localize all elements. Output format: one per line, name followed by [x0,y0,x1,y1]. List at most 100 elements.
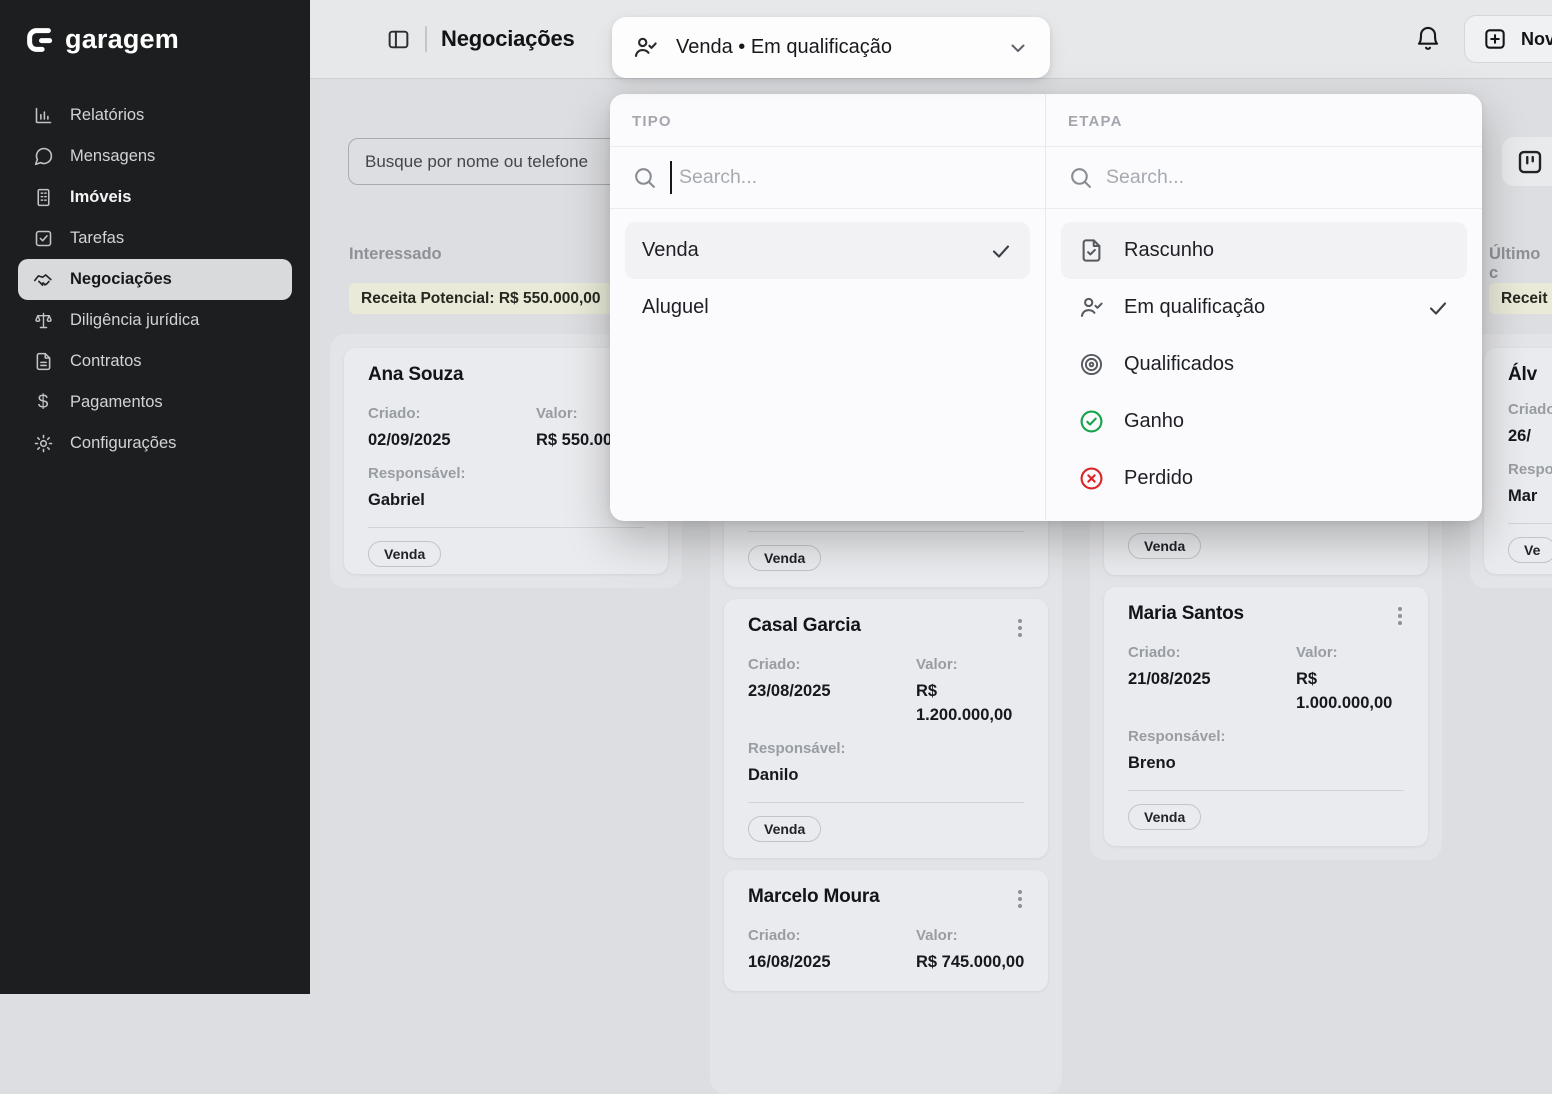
card-divider [748,802,1024,803]
etapa-option-perdido[interactable]: Perdido [1061,450,1467,507]
stage-filter-trigger[interactable]: Venda • Em qualificação [612,17,1050,78]
created-value: 16/08/2025 [748,951,916,975]
card-divider [1128,790,1404,791]
deal-card-alvaro[interactable]: Álv Criado: 26/ Responsável: Mar Ve [1484,348,1552,574]
sidebar-item-tarefas[interactable]: Tarefas [18,218,292,259]
card-menu-button[interactable] [1016,615,1024,641]
deal-type-tag[interactable]: Venda [1128,804,1201,830]
deal-card-casal-garcia[interactable]: Casal Garcia Criado: 23/08/2025 Valor: R… [724,599,1048,858]
created-label: Criado: [748,656,916,673]
bar-chart-icon [32,105,54,127]
sidebar-item-imoveis[interactable]: Imóveis [18,177,292,218]
sidebar-item-diligencia-juridica[interactable]: Diligência jurídica [18,300,292,341]
building-icon [32,187,54,209]
filter-column-tipo: TIPO Search... Venda Aluguel [610,94,1046,521]
chat-bubble-icon [32,146,54,168]
owner-label: Responsável: [1508,461,1552,478]
card-menu-button[interactable] [1016,886,1024,912]
etapa-option-rascunho[interactable]: Rascunho [1061,222,1467,279]
etapa-option-em-qualificacao[interactable]: Em qualificação [1061,279,1467,336]
owner-value: Danilo [748,764,1024,788]
etapa-search-field[interactable]: Search... [1046,147,1482,209]
value-label: Valor: [1296,644,1404,661]
sidebar-item-label: Imóveis [70,188,131,207]
sidebar-item-label: Tarefas [70,229,124,248]
etapa-option-qualificados[interactable]: Qualificados [1061,336,1467,393]
created-value: 26/ [1508,425,1552,449]
chevron-down-icon [1006,36,1030,60]
sidebar-item-pagamentos[interactable]: $ Pagamentos [18,382,292,423]
etapa-section-title: ETAPA [1046,94,1482,147]
option-label: Qualificados [1124,353,1234,376]
document-icon [32,351,54,373]
column-revenue-badge: Receit [1489,283,1552,314]
sidebar-toggle-icon[interactable] [386,27,411,52]
etapa-option-ganho[interactable]: Ganho [1061,393,1467,450]
kanban-column-ultimo-contato: Álv Criado: 26/ Responsável: Mar Ve [1470,334,1552,588]
tipo-section-title: TIPO [610,94,1045,147]
tipo-option-aluguel[interactable]: Aluguel [625,279,1030,336]
sidebar-item-label: Contratos [70,352,142,371]
plus-square-icon [1482,26,1508,52]
tipo-options: Venda Aluguel [610,209,1045,349]
owner-value: Mar [1508,485,1552,509]
target-icon [1078,351,1105,378]
sidebar-item-label: Mensagens [70,147,155,166]
search-icon [1068,165,1093,190]
deal-type-tag[interactable]: Venda [748,816,821,842]
deal-card-marcelo-moura[interactable]: Marcelo Moura Criado: 16/08/2025 Valor: … [724,870,1048,991]
deal-type-tag[interactable]: Venda [368,541,441,567]
new-deal-button-label: Nov [1521,29,1552,50]
card-menu-button[interactable] [1396,603,1404,629]
tipo-option-venda[interactable]: Venda [625,222,1030,279]
header-divider [425,26,427,52]
notifications-bell-icon[interactable] [1414,25,1442,53]
card-divider [368,527,644,528]
created-label: Criado: [368,405,536,422]
owner-value: Gabriel [368,489,644,513]
sidebar-item-label: Diligência jurídica [70,311,199,330]
sidebar-item-mensagens[interactable]: Mensagens [18,136,292,177]
card-divider [1508,523,1552,524]
view-toggle-kanban-button[interactable] [1502,137,1552,186]
etapa-options: Rascunho Em qualificação Qualificados Ga… [1046,209,1482,520]
deal-card-maria-santos[interactable]: Maria Santos Criado: 21/08/2025 Valor: R… [1104,587,1428,846]
sidebar-item-relatorios[interactable]: Relatórios [18,95,292,136]
deal-name: Casal Garcia [748,615,861,637]
deal-type-tag[interactable]: Venda [748,545,821,571]
created-value: 21/08/2025 [1128,668,1296,692]
created-value: 02/09/2025 [368,429,536,453]
option-label: Em qualificação [1124,296,1265,319]
owner-value: Breno [1128,752,1404,776]
sidebar-item-contratos[interactable]: Contratos [18,341,292,382]
option-label: Perdido [1124,467,1193,490]
sidebar-item-configuracoes[interactable]: Configurações [18,423,292,464]
file-check-icon [1078,237,1105,264]
circle-x-icon [1078,465,1105,492]
sidebar-item-negociacoes[interactable]: Negociações [18,259,292,300]
sidebar-item-label: Pagamentos [70,393,163,412]
sidebar-nav: Relatórios Mensagens Imóveis Tarefas Neg… [0,95,310,464]
check-square-icon [32,228,54,250]
check-icon [989,239,1013,263]
deal-type-tag[interactable]: Ve [1508,537,1552,563]
page-title: Negociações [441,26,575,52]
created-label: Criado: [1508,401,1552,418]
value-label: Valor: [916,927,1024,944]
etapa-search-placeholder: Search... [1106,166,1184,189]
user-check-icon [632,34,659,61]
created-label: Criado: [1128,644,1296,661]
deal-type-tag[interactable]: Venda [1128,533,1201,559]
tipo-search-field[interactable]: Search... [610,147,1045,209]
deal-value: R$ 745.000,00 [916,951,1024,975]
search-icon [632,165,657,190]
option-label: Ganho [1124,410,1184,433]
dollar-icon: $ [32,392,54,414]
stage-filter-popover: TIPO Search... Venda Aluguel ETAPA Searc… [610,94,1482,521]
deal-value: R$ 1.200.000,00 [916,680,1024,728]
created-label: Criado: [748,927,916,944]
owner-label: Responsável: [1128,728,1404,745]
new-deal-button[interactable]: Nov [1464,15,1552,63]
deal-name: Marcelo Moura [748,886,880,908]
created-value: 23/08/2025 [748,680,916,704]
